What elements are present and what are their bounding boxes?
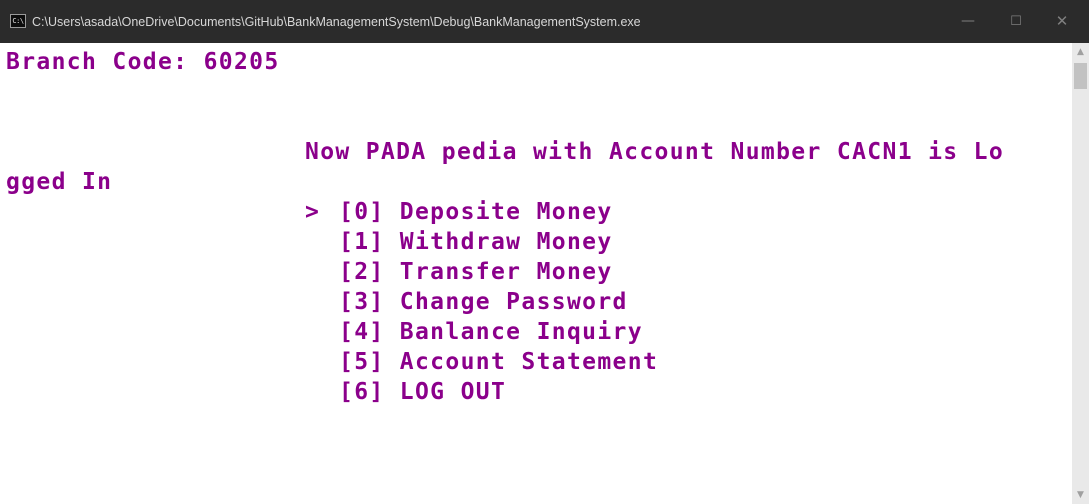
menu-selection-marker: > [305,199,336,225]
maximize-button[interactable]: ☐ [994,0,1038,43]
menu-item-account-statement[interactable]: [5] Account Statement [339,347,658,377]
scroll-up-arrow-icon[interactable]: ▲ [1072,43,1089,61]
menu-item-change-password[interactable]: [3] Change Password [339,287,628,317]
minimize-button[interactable]: — [946,0,990,43]
console-window: C:\ C:\Users\asada\OneDrive\Documents\Gi… [0,0,1089,504]
console-output[interactable]: Branch Code: 60205 Now PADA pedia with A… [0,43,1072,504]
vertical-scrollbar[interactable]: ▲ ▼ [1072,43,1089,504]
close-button[interactable]: ✕ [1040,0,1084,43]
login-status-line-2: gged In [6,169,113,195]
login-status-line-1: Now PADA pedia with Account Number CACN1… [305,139,1005,165]
window-title: C:\Users\asada\OneDrive\Documents\GitHub… [32,15,641,29]
scroll-down-arrow-icon[interactable]: ▼ [1072,486,1089,504]
menu-item-log-out[interactable]: [6] LOG OUT [339,377,506,407]
menu-item-transfer-money[interactable]: [2] Transfer Money [339,257,613,287]
menu-item-balance-inquiry[interactable]: [4] Banlance Inquiry [339,317,643,347]
branch-code-line: Branch Code: 60205 [6,49,280,75]
scroll-thumb[interactable] [1074,63,1087,89]
title-bar[interactable]: C:\ C:\Users\asada\OneDrive\Documents\Gi… [0,0,1089,43]
menu-item-withdraw-money[interactable]: [1] Withdraw Money [339,227,613,257]
menu-item-deposit-money[interactable]: [0] Deposite Money [339,197,613,227]
console-app-icon[interactable]: C:\ [10,14,26,28]
